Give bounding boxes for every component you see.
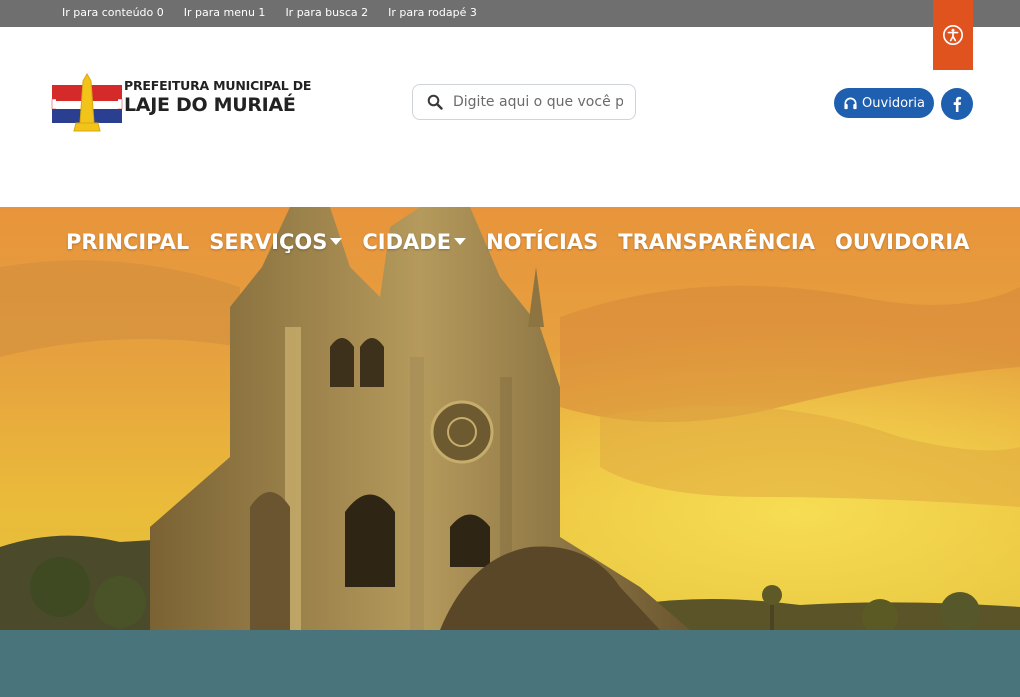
caret-down-icon [454,237,467,245]
nav-item-cidade[interactable]: CIDADE [362,230,467,254]
nav-item-transparencia[interactable]: TRANSPARÊNCIA [618,230,815,254]
caret-down-icon [330,237,343,245]
facebook-button[interactable] [941,88,973,120]
facebook-icon [953,96,962,112]
logo-line1: PREFEITURA MUNICIPAL DE [124,78,312,93]
nav-item-noticias[interactable]: NOTÍCIAS [486,230,598,254]
nav-item-label: TRANSPARÊNCIA [618,230,815,254]
headset-icon [844,97,857,109]
skip-link-footer[interactable]: Ir para rodapé 3 [388,6,477,19]
search-input[interactable] [453,87,623,117]
site-logo[interactable]: PREFEITURA MUNICIPAL DE LAJE DO MURIAÉ [50,71,311,135]
content-band [0,630,1020,697]
main-nav: PRINCIPAL SERVIÇOS CIDADE NOTÍCIAS TRANS… [66,230,969,254]
hero-image [0,207,1020,630]
ouvidoria-button[interactable]: Ouvidoria [834,88,934,118]
search-icon[interactable] [427,94,443,110]
skip-links-bar: Ir para conteúdo 0 Ir para menu 1 Ir par… [0,0,1020,27]
accessibility-icon [943,25,963,45]
nav-item-label: PRINCIPAL [66,230,190,254]
nav-item-ouvidoria[interactable]: OUVIDORIA [835,230,970,254]
logo-emblem [51,72,123,132]
nav-item-servicos[interactable]: SERVIÇOS [209,230,343,254]
nav-item-principal[interactable]: PRINCIPAL [66,230,189,254]
ouvidoria-button-label: Ouvidoria [862,95,925,111]
logo-text: PREFEITURA MUNICIPAL DE LAJE DO MURIAÉ [124,78,312,116]
accessibility-button[interactable] [933,0,973,70]
nav-item-label: NOTÍCIAS [486,230,599,254]
nav-item-label: CIDADE [362,230,452,254]
nav-item-label: SERVIÇOS [209,230,328,254]
hero-banner: PRINCIPAL SERVIÇOS CIDADE NOTÍCIAS TRANS… [0,207,1020,630]
skip-link-content[interactable]: Ir para conteúdo 0 [62,6,164,19]
skip-link-search[interactable]: Ir para busca 2 [285,6,368,19]
skip-links: Ir para conteúdo 0 Ir para menu 1 Ir par… [62,6,477,19]
site-header: PREFEITURA MUNICIPAL DE LAJE DO MURIAÉ O… [0,27,1020,207]
skip-link-menu[interactable]: Ir para menu 1 [184,6,266,19]
nav-item-label: OUVIDORIA [834,230,970,254]
search-box [412,84,636,120]
logo-line2: LAJE DO MURIAÉ [124,93,296,116]
